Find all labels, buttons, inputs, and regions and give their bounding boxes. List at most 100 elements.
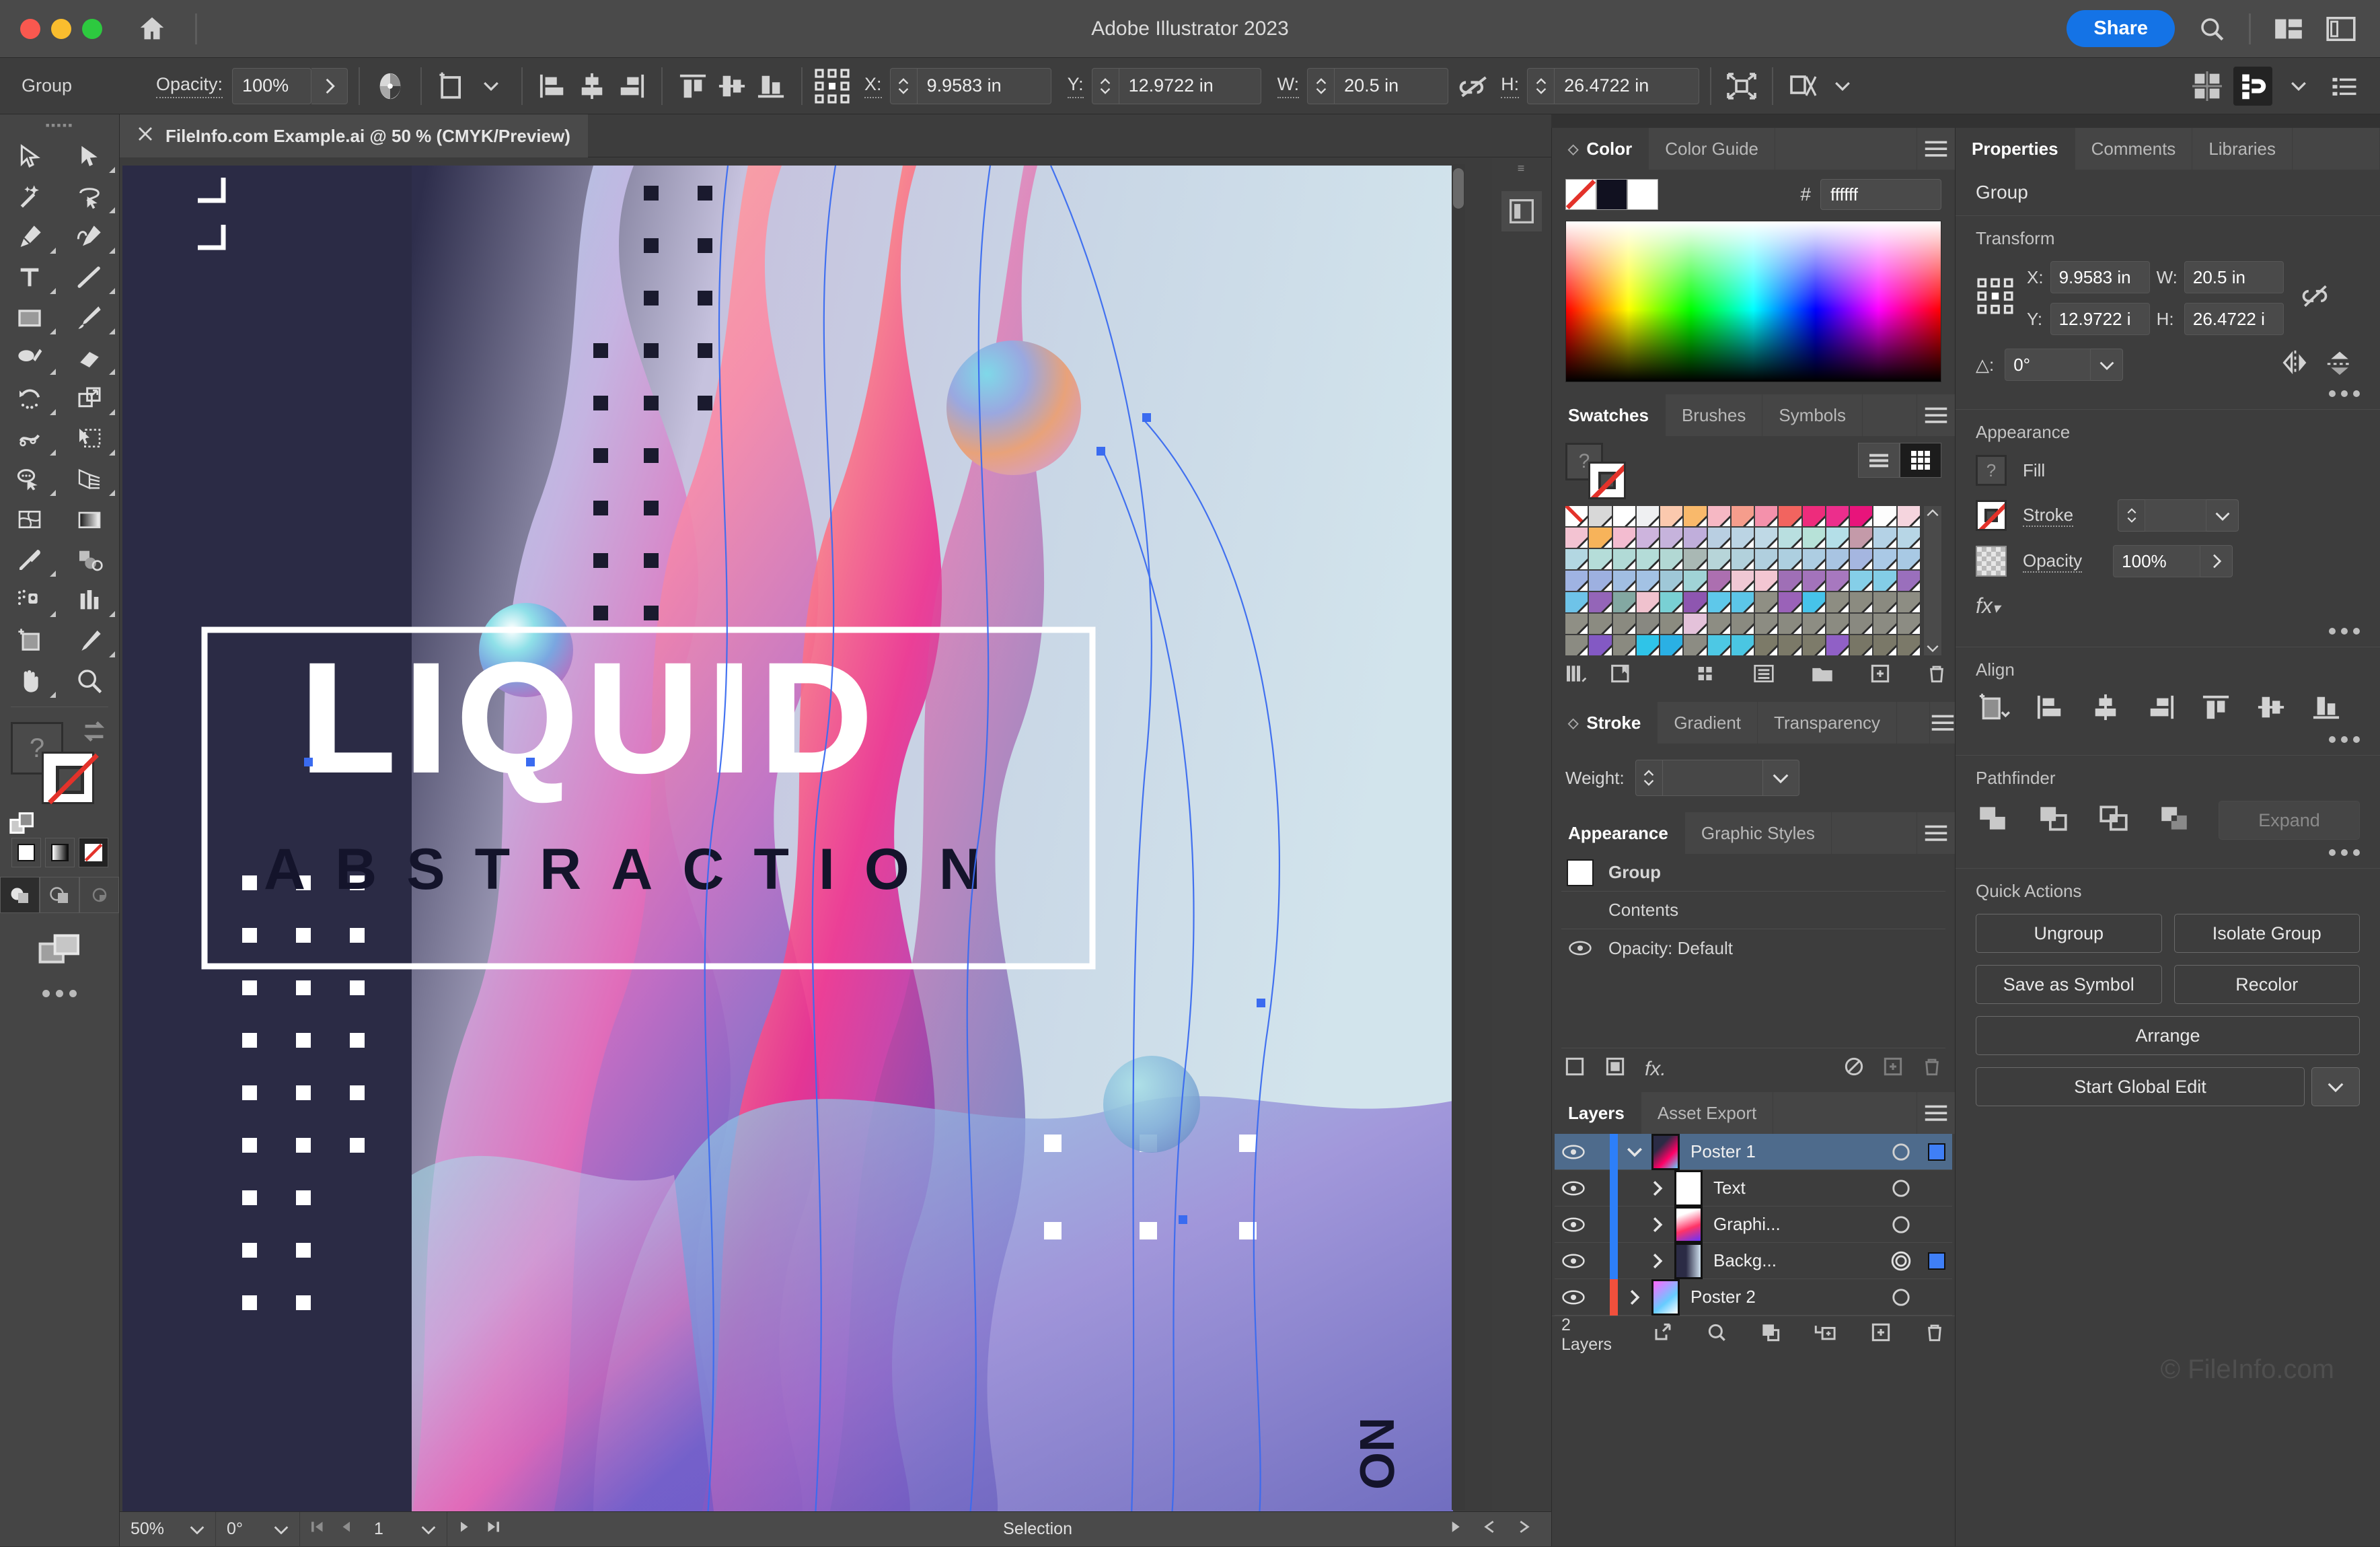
- prop-stroke-swatch[interactable]: [1976, 500, 2007, 531]
- prop-add-effect-icon[interactable]: fx▾: [1976, 593, 2360, 618]
- add-new-effect-icon[interactable]: fx.: [1645, 1058, 1666, 1081]
- tool-line-segment[interactable]: [60, 257, 120, 297]
- pathfinder-unite-icon[interactable]: [1976, 803, 2009, 838]
- chevron-down-icon-3[interactable]: [2279, 67, 2318, 106]
- swatch-59[interactable]: [1898, 571, 1920, 591]
- swatch-49[interactable]: [1660, 571, 1682, 591]
- delete-swatch-icon[interactable]: [1926, 663, 1947, 688]
- tab-transparency[interactable]: Transparency: [1758, 702, 1897, 744]
- align-top-icon-2[interactable]: [2200, 693, 2231, 726]
- tool-artboard[interactable]: [0, 620, 60, 661]
- swatch-27[interactable]: [1850, 528, 1872, 548]
- tool-rotate[interactable]: [0, 378, 60, 419]
- swatch-82[interactable]: [1732, 614, 1754, 634]
- swatch-options-icon[interactable]: [1752, 663, 1775, 688]
- tool-direct-selection[interactable]: [60, 136, 120, 176]
- tool-type[interactable]: [0, 257, 60, 297]
- stroke-weight-input[interactable]: [1662, 760, 1763, 796]
- swatch-68[interactable]: [1755, 592, 1777, 612]
- tab-swatches[interactable]: Swatches: [1552, 394, 1666, 436]
- prop-stroke-dropdown-button[interactable]: [2206, 499, 2239, 532]
- artboard[interactable]: LIQUID ABSTRACTION NO: [122, 166, 1453, 1517]
- make-clipping-mask-icon[interactable]: [1760, 1322, 1781, 1347]
- tool-zoom[interactable]: [60, 661, 120, 701]
- swatch-70[interactable]: [1803, 592, 1825, 612]
- swatch-26[interactable]: [1826, 528, 1849, 548]
- layer-visibility-eye-icon[interactable]: [1555, 1180, 1592, 1196]
- swatch-79[interactable]: [1660, 614, 1682, 634]
- pathfinder-more-options-icon[interactable]: [1976, 849, 2360, 856]
- screen-mode-button[interactable]: [0, 931, 119, 967]
- chip-white[interactable]: [1627, 179, 1658, 210]
- layer-name[interactable]: Poster 1: [1690, 1141, 1881, 1162]
- swatch-22[interactable]: [1732, 528, 1754, 548]
- layer-name[interactable]: Graphi...: [1713, 1214, 1881, 1235]
- stroke-weight-dropdown-button[interactable]: [1763, 760, 1799, 796]
- swatch-38[interactable]: [1755, 549, 1777, 569]
- swatches-scrollbar[interactable]: [1924, 506, 1941, 655]
- close-icon[interactable]: [137, 126, 153, 147]
- tab-asset-export[interactable]: Asset Export: [1641, 1092, 1773, 1134]
- tool-width[interactable]: [0, 419, 60, 459]
- eye-icon[interactable]: [1561, 940, 1599, 956]
- tool-slice[interactable]: [60, 620, 120, 661]
- chevron-right-icon[interactable]: [1641, 1180, 1674, 1197]
- maximize-window-button[interactable]: [82, 19, 102, 39]
- swatch-7[interactable]: [1732, 506, 1754, 526]
- align-left-icon[interactable]: [533, 67, 572, 106]
- align-to-icon[interactable]: [1976, 692, 2011, 727]
- minimize-window-button[interactable]: [51, 19, 71, 39]
- tool-selection[interactable]: [0, 136, 60, 176]
- canvas-scroll-thumb[interactable]: [1453, 168, 1464, 209]
- swatch-69[interactable]: [1779, 592, 1801, 612]
- appearance-group-swatch[interactable]: [1561, 859, 1599, 886]
- swatch-29[interactable]: [1898, 528, 1920, 548]
- draw-inside-button[interactable]: [79, 877, 119, 913]
- tab-stroke[interactable]: ◇Stroke: [1552, 702, 1658, 744]
- layer-row[interactable]: Text: [1555, 1170, 1952, 1207]
- align-top-icon[interactable]: [673, 67, 712, 106]
- duplicate-item-icon[interactable]: [1882, 1056, 1904, 1081]
- add-new-stroke-icon[interactable]: [1564, 1056, 1586, 1081]
- swatch-45[interactable]: [1565, 571, 1588, 591]
- align-center-horizontal-icon[interactable]: [572, 67, 611, 106]
- swatches-panel-menu-icon[interactable]: [1917, 394, 1955, 436]
- swatch-74[interactable]: [1898, 592, 1920, 612]
- tool-rectangle[interactable]: [0, 297, 60, 338]
- swatch-51[interactable]: [1708, 571, 1730, 591]
- recolor-artwork-icon[interactable]: [371, 67, 410, 106]
- shape-options-icon[interactable]: [1784, 67, 1823, 106]
- swatch-39[interactable]: [1779, 549, 1801, 569]
- tab-libraries[interactable]: Libraries: [2192, 128, 2293, 170]
- dock-properties-icon[interactable]: [1501, 191, 1542, 231]
- tool-shape-builder[interactable]: [0, 459, 60, 499]
- swatch-104[interactable]: [1898, 635, 1920, 655]
- swatch-42[interactable]: [1850, 549, 1872, 569]
- layer-selection-square[interactable]: [1921, 1252, 1952, 1270]
- search-icon[interactable]: [2198, 15, 2226, 43]
- prop-opacity-swatch[interactable]: [1976, 546, 2007, 577]
- select-similar-icon[interactable]: [2233, 67, 2272, 106]
- swatch-16[interactable]: [1589, 528, 1611, 548]
- delete-layer-icon[interactable]: [1924, 1322, 1945, 1347]
- swatch-0[interactable]: [1565, 506, 1588, 526]
- workspace-layout-icon[interactable]: [2274, 17, 2303, 41]
- create-sublayer-icon[interactable]: [1814, 1322, 1838, 1347]
- tab-properties[interactable]: Properties: [1956, 128, 2075, 170]
- layer-target-circle-icon[interactable]: [1881, 1141, 1921, 1163]
- default-fill-stroke-icon[interactable]: [8, 810, 39, 845]
- add-new-fill-icon[interactable]: [1604, 1056, 1626, 1081]
- swatch-83[interactable]: [1755, 614, 1777, 634]
- toolbar-grip[interactable]: ▪▪▪▪▪: [0, 114, 119, 136]
- swatch-85[interactable]: [1803, 614, 1825, 634]
- swatch-1[interactable]: [1589, 506, 1611, 526]
- y-input[interactable]: 12.9722 in: [1119, 68, 1261, 104]
- gradient-mode-button[interactable]: [45, 838, 75, 867]
- swatches-list-view-button[interactable]: [1858, 443, 1900, 478]
- isolate-group-button[interactable]: Isolate Group: [2174, 914, 2360, 953]
- tab-color-guide[interactable]: Color Guide: [1649, 128, 1775, 170]
- layer-visibility-eye-icon[interactable]: [1555, 1253, 1592, 1269]
- swatch-grid[interactable]: [1565, 506, 1920, 655]
- swatch-90[interactable]: [1565, 635, 1588, 655]
- layer-target-circle-icon[interactable]: [1881, 1287, 1921, 1308]
